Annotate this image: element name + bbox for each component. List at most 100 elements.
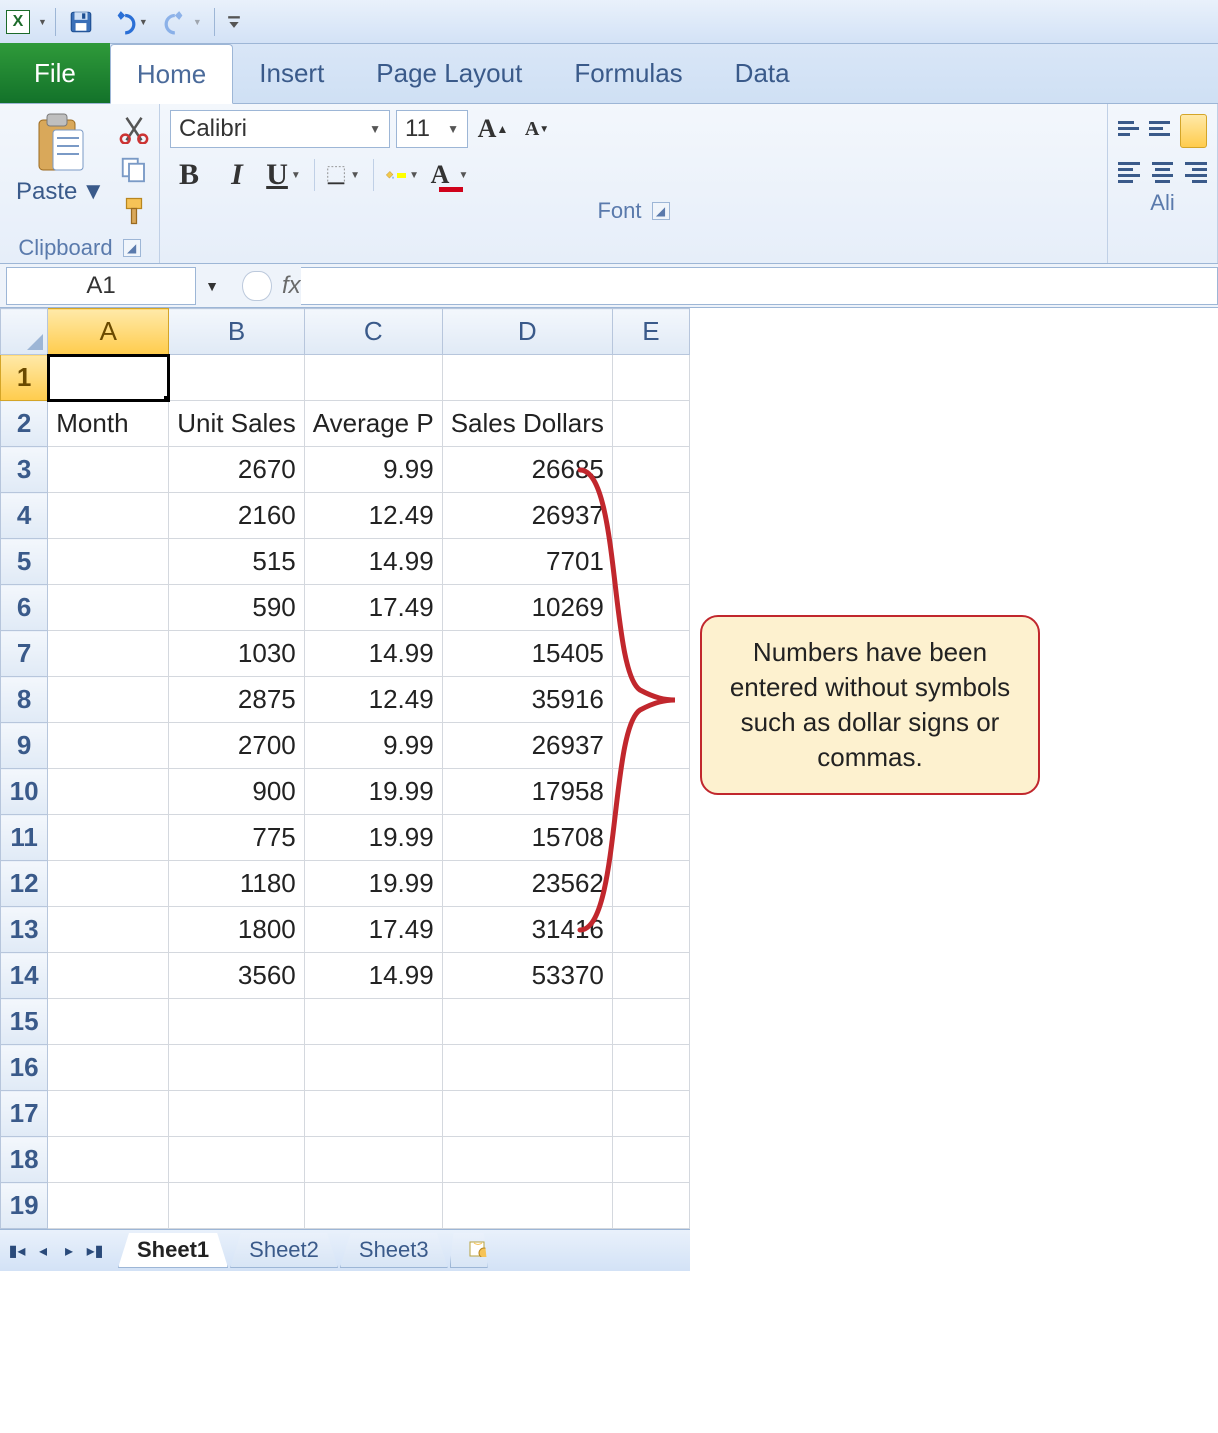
cell[interactable]: 3560 [169,953,305,999]
align-right-button[interactable] [1183,158,1207,186]
cell[interactable] [612,539,689,585]
row-header-14[interactable]: 14 [1,953,48,999]
cell[interactable] [442,999,612,1045]
cell[interactable] [612,953,689,999]
cell[interactable] [48,999,169,1045]
cell[interactable] [442,1137,612,1183]
cell[interactable] [612,585,689,631]
tab-nav-next[interactable]: ▸ [58,1240,80,1262]
tab-page-layout[interactable]: Page Layout [350,43,548,103]
font-size-combo[interactable]: 11 ▼ [396,110,468,148]
row-header-8[interactable]: 8 [1,677,48,723]
tab-data[interactable]: Data [709,43,816,103]
row-header-6[interactable]: 6 [1,585,48,631]
cell[interactable]: 19.99 [304,861,442,907]
underline-button[interactable]: U▼ [266,156,304,194]
bold-button[interactable]: B [170,156,208,194]
cell[interactable] [612,1045,689,1091]
col-header-E[interactable]: E [612,309,689,355]
cell[interactable]: 17.49 [304,907,442,953]
cell[interactable]: 590 [169,585,305,631]
col-header-C[interactable]: C [304,309,442,355]
customize-qat-button[interactable] [223,13,245,31]
cell[interactable] [612,815,689,861]
copy-button[interactable] [119,155,149,190]
cell[interactable] [612,1183,689,1229]
cell[interactable]: 14.99 [304,953,442,999]
cell[interactable]: 515 [169,539,305,585]
cell[interactable] [48,815,169,861]
font-color-button[interactable]: A ▼ [432,156,470,194]
cell[interactable] [304,1045,442,1091]
tab-nav-first[interactable]: ▮◂ [6,1240,28,1262]
sheet-tab-1[interactable]: Sheet1 [118,1233,228,1268]
cell[interactable] [304,999,442,1045]
logo-dropdown-icon[interactable]: ▼ [38,17,47,27]
chevron-down-icon[interactable]: ▼ [288,170,304,181]
row-header-13[interactable]: 13 [1,907,48,953]
cell[interactable]: 19.99 [304,815,442,861]
font-name-combo[interactable]: Calibri ▼ [170,110,390,148]
select-all-corner[interactable] [1,309,48,355]
redo-dropdown-icon[interactable]: ▼ [193,17,202,27]
format-painter-button[interactable] [119,196,149,231]
row-header-7[interactable]: 7 [1,631,48,677]
cell[interactable]: 31416 [442,907,612,953]
cell[interactable]: 14.99 [304,539,442,585]
cell[interactable]: 26937 [442,723,612,769]
cell[interactable]: 9.99 [304,723,442,769]
cell[interactable] [48,723,169,769]
paste-button[interactable]: Paste▼ [10,110,111,208]
cell[interactable]: 2670 [169,447,305,493]
cell[interactable]: 14.99 [304,631,442,677]
paste-dropdown-icon[interactable]: ▼ [81,178,105,206]
fill-color-button[interactable]: ▼ [384,156,422,194]
align-left-button[interactable] [1118,158,1142,186]
cell[interactable]: 17.49 [304,585,442,631]
row-header-15[interactable]: 15 [1,999,48,1045]
cell[interactable]: Sales Dollars [442,401,612,447]
cell[interactable] [612,631,689,677]
cell[interactable] [48,493,169,539]
cell[interactable] [304,1091,442,1137]
cell[interactable] [48,1045,169,1091]
cell[interactable]: 2700 [169,723,305,769]
chevron-down-icon[interactable]: ▼ [347,170,363,181]
borders-button[interactable]: ▼ [325,156,363,194]
redo-button[interactable]: ▼ [160,7,206,37]
cell[interactable]: 2160 [169,493,305,539]
tab-insert[interactable]: Insert [233,43,350,103]
cell[interactable] [442,1045,612,1091]
cell[interactable]: 1800 [169,907,305,953]
cell[interactable] [442,1183,612,1229]
italic-button[interactable]: I [218,156,256,194]
cell[interactable] [612,861,689,907]
worksheet-grid[interactable]: A B C D E 12MonthUnit SalesAverage PSale… [0,308,690,1229]
cell[interactable] [48,447,169,493]
cell[interactable]: 35916 [442,677,612,723]
cell[interactable] [48,1183,169,1229]
row-header-19[interactable]: 19 [1,1183,48,1229]
fx-icon[interactable]: fx [282,272,301,300]
cell[interactable]: 7701 [442,539,612,585]
cell[interactable] [48,677,169,723]
increase-font-button[interactable]: A▲ [474,110,512,148]
cell[interactable]: 1180 [169,861,305,907]
cell[interactable]: Month [48,401,169,447]
cell[interactable]: 23562 [442,861,612,907]
tab-formulas[interactable]: Formulas [548,43,708,103]
cell[interactable] [48,953,169,999]
row-header-4[interactable]: 4 [1,493,48,539]
cell[interactable]: 12.49 [304,677,442,723]
cell[interactable] [48,907,169,953]
sheet-tab-3[interactable]: Sheet3 [340,1233,448,1268]
row-header-16[interactable]: 16 [1,1045,48,1091]
tab-nav-last[interactable]: ▸▮ [84,1240,106,1262]
cell[interactable] [612,447,689,493]
cell[interactable] [612,1137,689,1183]
cell[interactable]: 9.99 [304,447,442,493]
save-button[interactable] [64,7,98,37]
cell[interactable]: 26937 [442,493,612,539]
cell[interactable] [612,1091,689,1137]
cell[interactable]: 19.99 [304,769,442,815]
